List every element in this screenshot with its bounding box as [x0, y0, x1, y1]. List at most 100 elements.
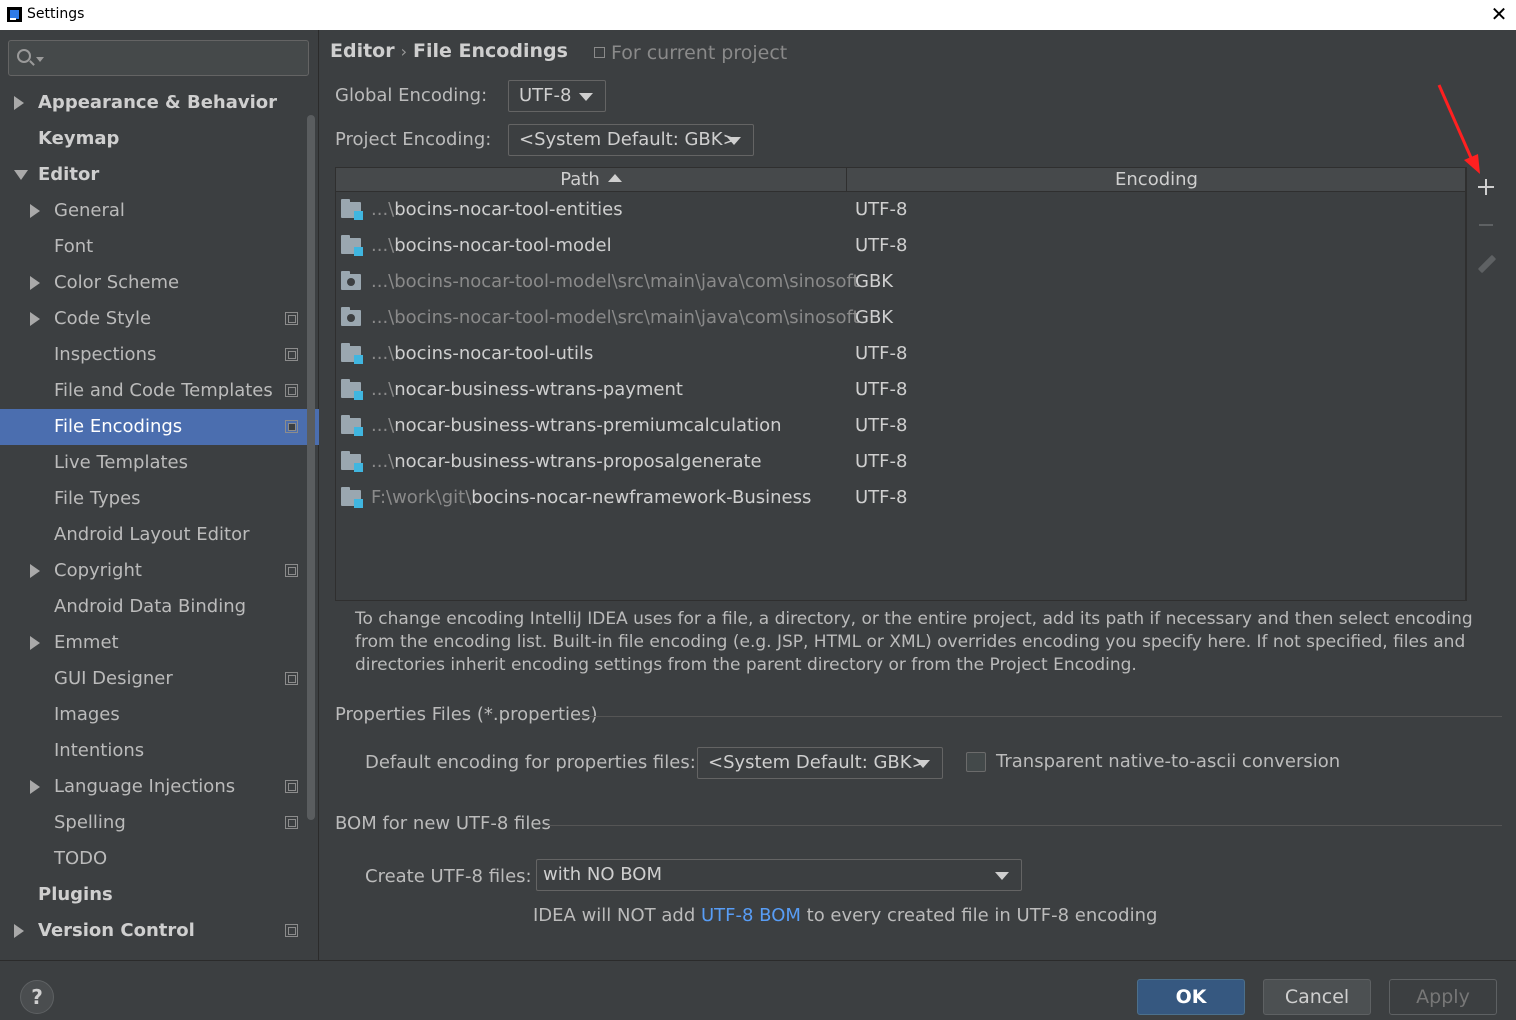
main-panel: Editor › File Encodings For current projec…: [320, 30, 1516, 960]
sidebar-item-keymap[interactable]: Keymap: [0, 121, 304, 157]
apply-button[interactable]: Apply: [1389, 979, 1497, 1015]
sidebar-item-file-encodings[interactable]: File Encodings: [0, 409, 319, 445]
expand-right-icon[interactable]: [30, 204, 40, 218]
column-header-path-label: Path: [560, 169, 600, 190]
sidebar-item-live-templates[interactable]: Live Templates: [0, 445, 304, 481]
close-icon[interactable]: ✕: [1488, 3, 1510, 25]
add-path-icon[interactable]: [1478, 179, 1494, 195]
sidebar-item-emmet[interactable]: Emmet: [0, 625, 304, 661]
sidebar-item-label: Keymap: [38, 128, 120, 149]
encoding-table: Path Encoding ...\bocins-nocar-tool-enti…: [335, 167, 1466, 601]
table-row[interactable]: ...\nocar-business-wtrans-proposalgenera…: [336, 444, 1465, 480]
table-row[interactable]: ...\bocins-nocar-tool-model\src\main\jav…: [336, 300, 1465, 336]
expand-down-icon[interactable]: [14, 170, 28, 180]
encoding-cell[interactable]: UTF-8: [855, 444, 907, 480]
sidebar-item-font[interactable]: Font: [0, 229, 304, 265]
table-row[interactable]: ...\nocar-business-wtrans-payment UTF-8: [336, 372, 1465, 408]
table-row[interactable]: ...\bocins-nocar-tool-model UTF-8: [336, 228, 1465, 264]
sidebar-item-label: Spelling: [54, 812, 126, 833]
sidebar-item-plugins[interactable]: Plugins: [0, 877, 304, 913]
sidebar-item-language-injections[interactable]: Language Injections: [0, 769, 304, 805]
table-row[interactable]: ...\bocins-nocar-tool-model\src\main\jav…: [336, 264, 1465, 300]
expand-right-icon[interactable]: [30, 276, 40, 290]
sidebar-item-label: File and Code Templates: [54, 380, 273, 401]
properties-encoding-dropdown[interactable]: <System Default: GBK>: [697, 747, 943, 779]
sort-ascending-icon: [607, 174, 622, 182]
ok-button[interactable]: OK: [1137, 979, 1245, 1015]
project-encoding-dropdown[interactable]: <System Default: GBK>: [508, 124, 754, 156]
sidebar-item-appearance-behavior[interactable]: Appearance & Behavior: [0, 85, 304, 121]
path-cell: ...\nocar-business-wtrans-premiumcalcula…: [371, 408, 782, 444]
search-input[interactable]: [8, 40, 309, 76]
sidebar-item-editor[interactable]: Editor: [0, 157, 304, 193]
path-prefix: ...\: [371, 199, 395, 220]
table-row[interactable]: ...\bocins-nocar-tool-utils UTF-8: [336, 336, 1465, 372]
column-header-encoding[interactable]: Encoding: [848, 168, 1465, 192]
sidebar-item-label: Font: [54, 236, 94, 257]
chevron-down-icon: [995, 872, 1009, 880]
package-folder-icon: [341, 307, 361, 326]
path-name: bocins-nocar-tool-utils: [394, 343, 594, 364]
project-scope-icon: [285, 816, 298, 829]
expand-right-icon[interactable]: [30, 564, 40, 578]
encoding-cell[interactable]: GBK: [855, 264, 893, 300]
path-prefix: ...\: [371, 307, 395, 328]
sidebar-item-file-and-code-templates[interactable]: File and Code Templates: [0, 373, 304, 409]
sidebar-item-todo[interactable]: TODO: [0, 841, 304, 877]
table-header: Path Encoding: [336, 168, 1465, 192]
sidebar-item-version-control[interactable]: Version Control: [0, 913, 304, 949]
create-utf8-dropdown[interactable]: with NO BOM: [536, 859, 1022, 891]
encoding-cell[interactable]: GBK: [855, 300, 893, 336]
project-scope-icon: [285, 780, 298, 793]
chevron-down-icon: [579, 93, 593, 101]
utf8-bom-link[interactable]: UTF-8 BOM: [701, 905, 801, 926]
sidebar-item-android-layout-editor[interactable]: Android Layout Editor: [0, 517, 304, 553]
expand-right-icon[interactable]: [14, 96, 24, 110]
transparent-conversion-checkbox[interactable]: [966, 752, 986, 772]
path-cell: F:\work\git\bocins-nocar-newframework-Bu…: [371, 480, 811, 516]
cancel-button[interactable]: Cancel: [1263, 979, 1371, 1015]
table-row[interactable]: ...\bocins-nocar-tool-entities UTF-8: [336, 192, 1465, 228]
expand-right-icon[interactable]: [14, 924, 24, 938]
encoding-cell[interactable]: UTF-8: [855, 228, 907, 264]
sidebar-item-gui-designer[interactable]: GUI Designer: [0, 661, 304, 697]
sidebar-item-inspections[interactable]: Inspections: [0, 337, 304, 373]
module-folder-icon: [341, 451, 363, 472]
expand-right-icon[interactable]: [30, 780, 40, 794]
table-row[interactable]: ...\nocar-business-wtrans-premiumcalcula…: [336, 408, 1465, 444]
sidebar-item-general[interactable]: General: [0, 193, 304, 229]
remove-path-icon[interactable]: [1479, 224, 1493, 226]
path-name: nocar-business-wtrans-premiumcalculation: [394, 415, 782, 436]
expand-right-icon[interactable]: [30, 312, 40, 326]
module-folder-icon: [341, 379, 363, 400]
encoding-cell[interactable]: UTF-8: [855, 480, 907, 516]
for-current-project-label: For current project: [611, 42, 788, 64]
module-folder-icon: [341, 199, 363, 220]
sidebar-item-spelling[interactable]: Spelling: [0, 805, 304, 841]
help-button[interactable]: ?: [20, 980, 54, 1014]
chevron-down-icon[interactable]: [36, 57, 44, 62]
edit-path-icon[interactable]: [1477, 254, 1497, 274]
transparent-conversion-label[interactable]: Transparent native-to-ascii conversion: [996, 751, 1340, 772]
sidebar-item-label: Copyright: [54, 560, 142, 581]
sidebar-scrollbar[interactable]: [307, 115, 315, 820]
encoding-cell[interactable]: UTF-8: [855, 336, 907, 372]
sidebar-item-copyright[interactable]: Copyright: [0, 553, 304, 589]
sidebar-item-label: Code Style: [54, 308, 152, 329]
expand-right-icon[interactable]: [30, 636, 40, 650]
for-current-project: For current project: [594, 42, 787, 64]
sidebar-item-code-style[interactable]: Code Style: [0, 301, 304, 337]
intellij-app-icon: [7, 7, 22, 22]
sidebar-item-file-types[interactable]: File Types: [0, 481, 304, 517]
encoding-cell[interactable]: UTF-8: [855, 192, 907, 228]
global-encoding-label: Global Encoding:: [335, 85, 488, 106]
sidebar-item-color-scheme[interactable]: Color Scheme: [0, 265, 304, 301]
encoding-cell[interactable]: UTF-8: [855, 408, 907, 444]
sidebar-item-android-data-binding[interactable]: Android Data Binding: [0, 589, 304, 625]
table-row[interactable]: F:\work\git\bocins-nocar-newframework-Bu…: [336, 480, 1465, 516]
sidebar-item-intentions[interactable]: Intentions: [0, 733, 304, 769]
encoding-cell[interactable]: UTF-8: [855, 372, 907, 408]
column-header-path[interactable]: Path: [336, 168, 847, 192]
sidebar-item-images[interactable]: Images: [0, 697, 304, 733]
global-encoding-dropdown[interactable]: UTF-8: [508, 80, 606, 112]
